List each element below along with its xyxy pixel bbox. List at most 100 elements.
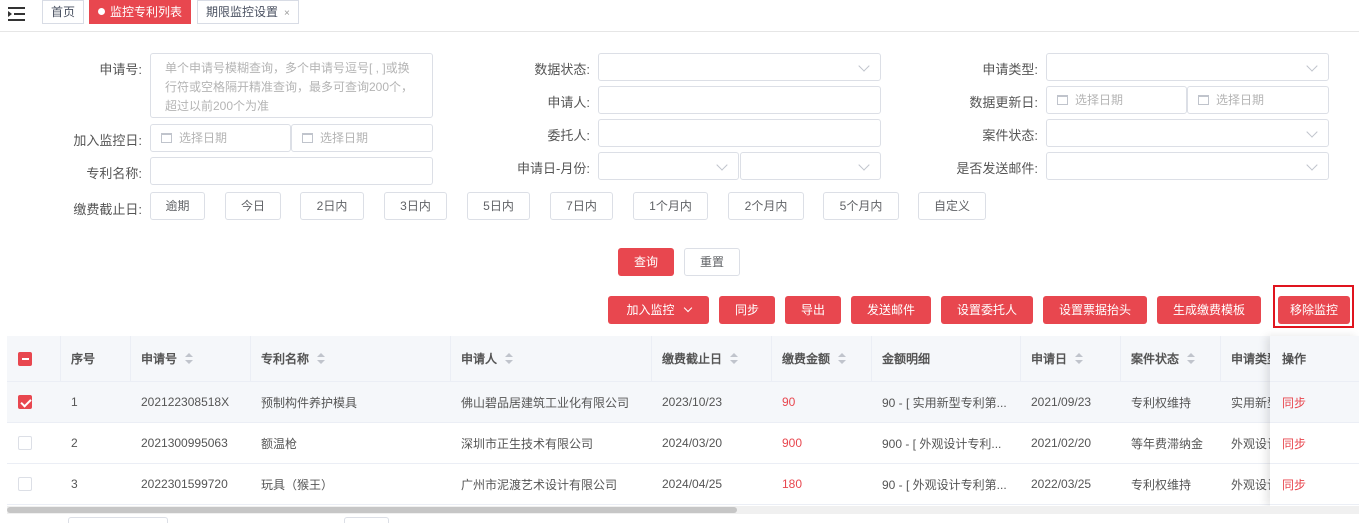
row-checkbox[interactable] [18, 395, 32, 409]
add-date-label: 加入监控日: [73, 133, 142, 148]
sort-icon[interactable] [317, 352, 326, 365]
cell-amount: 180 [782, 477, 803, 491]
set-client-button[interactable]: 设置委托人 [941, 296, 1033, 324]
app-no-label: 申请号: [99, 62, 142, 77]
sort-icon[interactable] [505, 352, 514, 365]
range-2months-button[interactable]: 2个月内 [728, 192, 804, 220]
range-overdue-button[interactable]: 逾期 [150, 192, 205, 220]
header-app-date[interactable]: 申请日 [1021, 336, 1121, 381]
row-checkbox[interactable] [18, 436, 32, 450]
patent-name-input[interactable] [150, 157, 433, 185]
select-all-cell [7, 336, 61, 381]
update-date-start-picker[interactable]: 选择日期 [1046, 86, 1187, 114]
reset-button[interactable]: 重置 [684, 248, 740, 276]
cell-detail: 900 - [ 外观设计专利... [882, 436, 1002, 451]
sync-button[interactable]: 同步 [719, 296, 775, 324]
menu-fold-icon[interactable] [8, 6, 26, 22]
cell-index: 2 [71, 436, 78, 450]
tab-home[interactable]: 首页 [42, 0, 85, 24]
table-horizontal-scrollbar[interactable] [7, 506, 1359, 514]
range-today-button[interactable]: 今日 [225, 192, 281, 220]
header-patent-name[interactable]: 专利名称 [251, 336, 451, 381]
range-7days-button[interactable]: 7日内 [550, 192, 613, 220]
cell-detail: 90 - [ 实用新型专利第... [882, 395, 1007, 410]
set-invoice-title-button[interactable]: 设置票据抬头 [1043, 296, 1147, 324]
calendar-icon [1057, 95, 1068, 105]
cell-app-no: 2022301599720 [141, 477, 228, 491]
table-row[interactable]: 2 2021300995063 额温枪 深圳市正生技术有限公司 2024/03/… [7, 423, 1359, 464]
data-status-select[interactable] [598, 53, 881, 81]
cell-index: 3 [71, 477, 78, 491]
tab-monitor-list[interactable]: 监控专利列表 [89, 0, 192, 24]
tab-bar: 首页 监控专利列表 期限监控设置 × [0, 0, 1359, 32]
chevron-down-icon [1306, 126, 1318, 138]
cell-applicant: 广州市泥渡艺术设计有限公司 [461, 477, 618, 492]
applicant-input[interactable] [598, 86, 881, 114]
cell-deadline: 2024/04/25 [662, 477, 723, 491]
send-mail-label: 是否发送邮件: [956, 161, 1038, 176]
range-5days-button[interactable]: 5日内 [467, 192, 530, 220]
sort-icon[interactable] [730, 352, 739, 365]
row-checkbox[interactable] [18, 477, 32, 491]
chevron-down-icon [683, 303, 692, 313]
range-3days-button[interactable]: 3日内 [384, 192, 447, 220]
data-status-label: 数据状态: [534, 62, 590, 77]
header-app-no[interactable]: 申请号 [131, 336, 251, 381]
cell-patent-name: 预制构件养护模具 [261, 395, 358, 410]
page-size-select[interactable] [68, 517, 168, 523]
data-update-label: 数据更新日: [969, 95, 1038, 110]
client-label: 委托人: [547, 128, 590, 143]
cell-patent-name: 玩具（猴王） [261, 477, 334, 492]
patent-name-label: 专利名称: [86, 166, 142, 181]
send-mail-button[interactable]: 发送邮件 [851, 296, 931, 324]
app-year-select[interactable] [598, 152, 739, 180]
update-date-end-picker[interactable]: 选择日期 [1187, 86, 1329, 114]
sort-icon[interactable] [1075, 352, 1084, 365]
chevron-down-icon [716, 159, 728, 171]
cell-app-date: 2021/09/23 [1031, 395, 1092, 409]
table-row[interactable]: 1 202122308518X 预制构件养护模具 佛山碧品居建筑工业化有限公司 … [7, 382, 1359, 423]
app-month-select[interactable] [740, 152, 881, 180]
row-sync-link[interactable]: 同步 [1270, 423, 1359, 464]
send-mail-select[interactable] [1046, 152, 1329, 180]
range-5months-button[interactable]: 5个月内 [823, 192, 899, 220]
header-amount[interactable]: 缴费金额 [772, 336, 872, 381]
close-icon[interactable]: × [284, 8, 290, 19]
table-row[interactable]: 3 2022301599720 玩具（猴王） 广州市泥渡艺术设计有限公司 202… [7, 464, 1359, 505]
client-input[interactable] [598, 119, 881, 147]
scrollbar-thumb[interactable] [7, 507, 737, 513]
sort-icon[interactable] [838, 352, 847, 365]
header-op: 操作 [1270, 336, 1359, 382]
add-monitor-button[interactable]: 加入监控 [608, 296, 709, 324]
range-1month-button[interactable]: 1个月内 [633, 192, 708, 220]
generate-fee-template-button[interactable]: 生成缴费模板 [1157, 296, 1261, 324]
tab-deadline-settings[interactable]: 期限监控设置 × [197, 0, 299, 24]
table-header-row: 序号 申请号 专利名称 申请人 缴费截止日 缴费金额 金额明细 申请日 案件状态… [7, 336, 1359, 382]
fixed-op-column: 操作 同步 同步 同步 [1270, 336, 1359, 506]
chevron-down-icon [1306, 159, 1318, 171]
add-date-end-picker[interactable]: 选择日期 [291, 124, 433, 152]
header-case-status[interactable]: 案件状态 [1121, 336, 1221, 381]
app-type-select[interactable] [1046, 53, 1329, 81]
case-status-select[interactable] [1046, 119, 1329, 147]
cell-app-no: 2021300995063 [141, 436, 228, 450]
app-no-textarea[interactable]: 单个申请号模糊查询，多个申请号逗号[ , ]或换行符或空格隔开精准查询，最多可查… [150, 53, 433, 118]
calendar-icon [161, 133, 172, 143]
query-button[interactable]: 查询 [618, 248, 674, 276]
cell-amount: 90 [782, 395, 796, 409]
header-deadline[interactable]: 缴费截止日 [652, 336, 772, 381]
cell-patent-name: 额温枪 [261, 436, 298, 451]
export-button[interactable]: 导出 [785, 296, 841, 324]
range-2days-button[interactable]: 2日内 [300, 192, 364, 220]
sort-icon[interactable] [185, 352, 194, 365]
sort-icon[interactable] [1187, 352, 1196, 365]
cell-case-status: 专利权维持 [1131, 477, 1192, 492]
cell-index: 1 [71, 395, 78, 409]
add-date-start-picker[interactable]: 选择日期 [150, 124, 291, 152]
page-jump-input[interactable] [344, 517, 389, 523]
row-sync-link[interactable]: 同步 [1270, 382, 1359, 423]
header-applicant[interactable]: 申请人 [451, 336, 652, 381]
row-sync-link[interactable]: 同步 [1270, 464, 1359, 505]
select-all-checkbox[interactable] [18, 351, 32, 366]
range-custom-button[interactable]: 自定义 [918, 192, 986, 220]
